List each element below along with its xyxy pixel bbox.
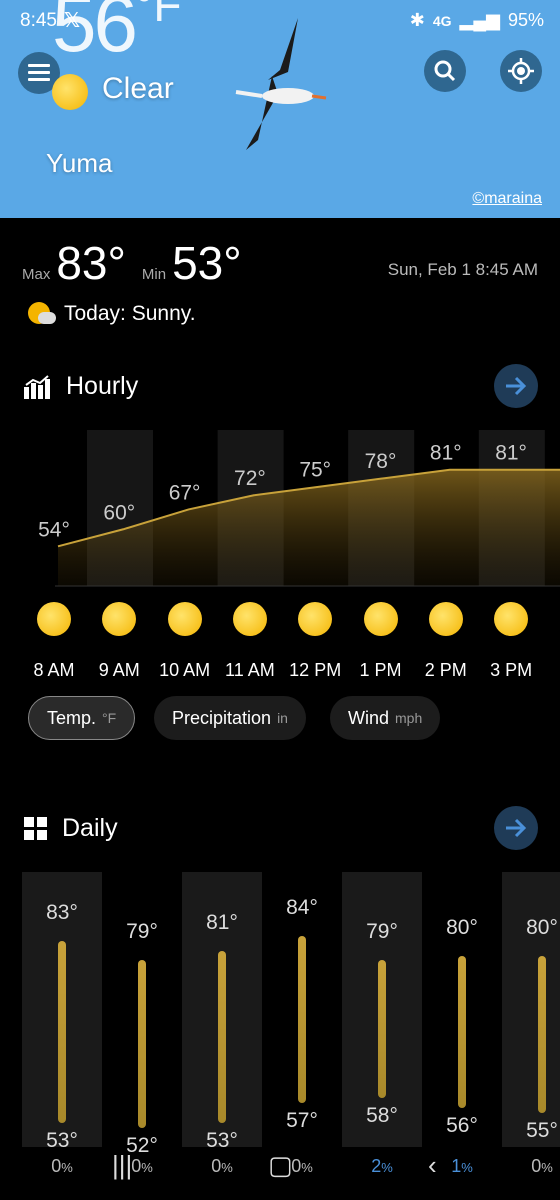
today-summary: Today: Sunny. [28,300,196,328]
day-low-temp: 55° [526,1119,558,1143]
hour-time-label: 1 PM [359,660,402,680]
day-temp-range-bar [298,935,306,1104]
hour-temp-label: 81° [430,442,462,465]
hour-time-label: 9 AM [98,660,140,680]
daily-title: Daily [62,814,118,842]
network-label: 4G [432,12,452,29]
current-condition: Clear [102,72,174,105]
header-photo: 56°F 8:45 𝕏 ✱ 4G ▂▄▆ 95% Clear Yuma ©mar… [0,0,560,218]
date-time: Sun, Feb 1 8:45 AM [387,260,538,279]
tab-temperature-unit: °F [102,710,117,726]
hourly-more-button[interactable] [494,364,538,408]
tab-wind[interactable]: Wind mph [330,696,441,740]
status-bar: 8:45 𝕏 ✱ 4G ▂▄▆ 95% [0,0,560,44]
hour-temp-label: 81° [495,442,527,465]
chart-icon [24,374,50,399]
hour-temp-label: 60° [103,501,135,524]
sun-icon [298,602,333,636]
hour-time-label: 10 AM [159,660,211,680]
sun-icon [52,74,88,110]
locate-icon [508,58,534,84]
day-temp-range-bar [58,940,66,1124]
signal-icon: ▂▄▆ [459,10,500,30]
daily-column[interactable] [502,872,560,1147]
max-label: Max [22,266,51,283]
sun-icon [167,602,202,636]
back-icon[interactable]: ‹ [428,1150,437,1181]
day-low-temp: 58° [366,1104,398,1128]
max-min-temps: Max 83° Min 53° [22,236,252,290]
tab-precipitation-unit: in [277,710,288,726]
today-summary-text: Today: Sunny. [64,302,196,325]
sun-icon [37,602,71,636]
hourly-title: Hourly [66,372,139,400]
search-button[interactable] [424,50,466,92]
hour-temp-label: 72° [234,467,266,490]
day-temp-range-bar [218,950,226,1124]
day-high-temp: 81° [206,910,238,934]
arrow-right-icon [506,818,527,838]
recent-apps-icon[interactable]: ||| [112,1150,132,1181]
sun-cloud-icon [28,300,56,328]
hour-temp-label: 78° [365,450,397,473]
day-low-temp: 56° [446,1114,478,1138]
hamburger-icon [28,64,50,81]
hour-time-label: 8 AM [33,660,75,680]
min-label: Min [141,266,167,283]
max-value: 83° [56,237,126,289]
city-name: Yuma [46,148,113,178]
day-high-temp: 83° [46,900,78,924]
hour-time-label: 11 AM [225,660,275,680]
day-temp-range-bar [458,955,466,1109]
tab-wind-label: Wind [348,707,390,728]
hour-temp-label: 67° [169,481,201,504]
bluetooth-icon: ✱ [409,10,425,30]
location-button[interactable] [500,50,542,92]
sun-icon [102,602,137,636]
day-temp-range-bar [538,955,546,1114]
day-high-temp: 80° [446,915,478,939]
hour-temp-label: 54° [38,518,70,541]
day-high-temp: 79° [126,920,158,944]
status-icons: ✱ 4G ▂▄▆ 95% [410,10,544,31]
hour-time-label: 12 PM [289,660,342,680]
sun-icon [494,602,529,636]
tab-precipitation[interactable]: Precipitation in [154,696,306,740]
hourly-section-title: Hourly [24,372,138,401]
status-time: 8:45 [20,10,57,31]
tab-temperature[interactable]: Temp. °F [28,696,136,740]
search-icon [434,60,456,82]
tab-temperature-label: Temp. [47,707,97,728]
tab-precipitation-label: Precipitation [172,707,272,728]
min-value: 53° [172,237,242,289]
grid-icon [24,816,47,840]
day-high-temp: 80° [526,915,558,939]
hour-time-label: 4 [546,660,560,681]
hour-time-label: 3 PM [490,660,533,680]
x-app-icon: 𝕏 [64,10,81,32]
day-temp-range-bar [138,960,146,1129]
sun-icon [363,602,398,636]
tab-wind-unit: mph [395,710,423,726]
photo-credit-link[interactable]: ©maraina [472,190,542,208]
day-temp-range-bar [378,960,386,1099]
daily-section-title: Daily [24,814,118,843]
day-high-temp: 84° [286,895,318,919]
hourly-temperature-chart: 54° 60° 67° 72° 75° 78° 81° 81° [38,430,560,587]
sun-icon [232,602,267,636]
daily-more-button[interactable] [494,806,538,850]
home-icon[interactable]: ▢ [268,1150,293,1181]
day-low-temp: 57° [286,1109,318,1133]
day-high-temp: 79° [366,920,398,944]
sun-icon [428,602,463,636]
hour-time-label: 2 PM [424,660,467,680]
battery-label: 95% [507,10,544,30]
hour-temp-label: 75° [299,459,331,482]
arrow-right-icon [506,376,527,396]
